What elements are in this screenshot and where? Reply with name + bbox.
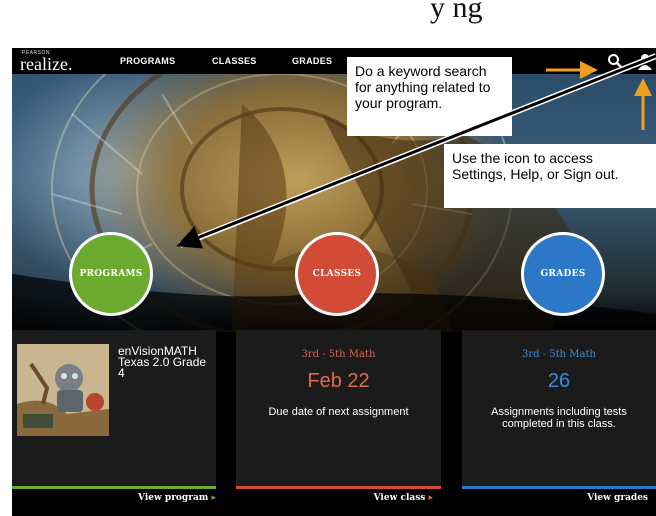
class-card: 3rd - 5th Math Feb 22 Due date of next a… xyxy=(236,330,441,503)
grades-description: Assignments including tests completed in… xyxy=(491,406,627,430)
nav-programs[interactable]: PROGRAMS xyxy=(120,56,175,66)
program-card-accent xyxy=(12,486,216,489)
app-screenshot: PEARSON realize. PROGRAMS CLASSES GRADES… xyxy=(12,48,656,516)
grades-circle-button[interactable]: GRADES xyxy=(521,232,605,316)
nav-grades[interactable]: GRADES xyxy=(292,56,332,66)
cropped-heading-fragment: y ng xyxy=(430,0,656,26)
top-nav-bar: PEARSON realize. PROGRAMS CLASSES GRADES xyxy=(12,48,656,74)
grades-card: 3rd - 5th Math 26 Assignments including … xyxy=(462,330,656,503)
view-program-label: View program xyxy=(138,493,209,503)
search-icon[interactable] xyxy=(605,51,625,71)
view-grades-label: View grades xyxy=(587,493,648,503)
assignments-count: 26 xyxy=(547,370,571,392)
view-grades-link[interactable]: View grades xyxy=(587,493,648,503)
view-class-link[interactable]: View class ▸ xyxy=(374,493,433,503)
programs-circle-button[interactable]: PROGRAMS xyxy=(69,232,153,316)
program-title[interactable]: enVisionMATH Texas 2.0 Grade 4 xyxy=(118,345,216,379)
class-description: Due date of next assignment xyxy=(268,406,409,418)
view-class-label: View class xyxy=(373,493,426,503)
grades-card-accent xyxy=(462,486,656,489)
user-menu-callout: Use the icon to access Settings, Help, o… xyxy=(444,144,656,208)
chevron-right-icon: ▸ xyxy=(428,493,433,503)
logo-wordmark: realize. xyxy=(20,54,73,74)
classes-circle-button[interactable]: CLASSES xyxy=(295,232,379,316)
chevron-right-icon: ▸ xyxy=(211,493,216,503)
next-due-date: Feb 22 xyxy=(307,370,370,392)
class-card-accent xyxy=(236,486,441,489)
nav-classes[interactable]: CLASSES xyxy=(212,56,257,66)
class-subtitle: 3rd - 5th Math xyxy=(301,349,376,360)
program-cover-image[interactable] xyxy=(17,344,109,436)
program-card: enVisionMATH Texas 2.0 Grade 4 View prog… xyxy=(12,330,216,503)
user-icon[interactable] xyxy=(635,51,655,71)
search-callout: Do a keyword search for anything related… xyxy=(347,57,512,136)
grades-subtitle: 3rd - 5th Math xyxy=(522,349,596,360)
view-program-link[interactable]: View program ▸ xyxy=(138,493,216,503)
cropped-heading-text: y ng xyxy=(430,0,483,24)
